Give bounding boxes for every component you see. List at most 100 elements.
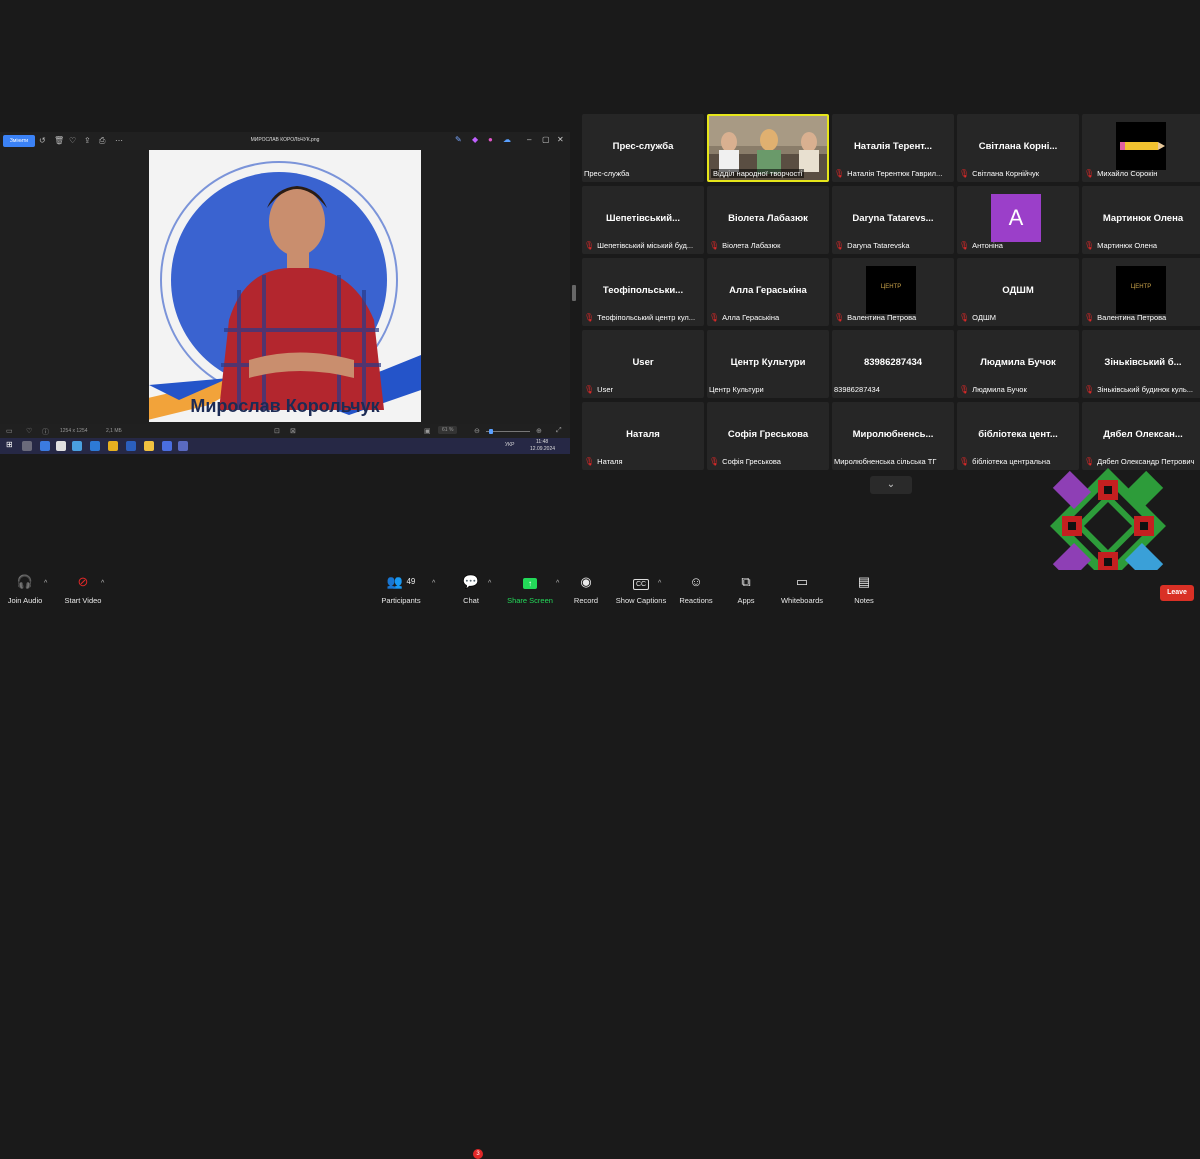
participant-tile[interactable]: User 🎙 User bbox=[582, 330, 704, 398]
chat-options-caret[interactable]: ^ bbox=[488, 580, 491, 587]
notes-icon: ▤ bbox=[857, 574, 871, 589]
minimize-icon[interactable]: – bbox=[527, 135, 531, 144]
participant-tile[interactable]: Прес-служба Прес-служба bbox=[582, 114, 704, 182]
mic-muted-icon: 🎙 bbox=[584, 457, 595, 466]
zoom-app-icon[interactable] bbox=[162, 441, 172, 451]
participant-tile[interactable]: ОДШМ 🎙 ОДШМ bbox=[957, 258, 1079, 326]
participant-name: Відділ народної творчості bbox=[713, 169, 803, 178]
participant-name-label: 🎙 Наталія Терентюк Гаврил... bbox=[834, 169, 952, 178]
participant-tile[interactable]: Людмила Бучок 🎙 Людмила Бучок bbox=[957, 330, 1079, 398]
center-logo: ЦЕНТР bbox=[1116, 266, 1166, 314]
cloud-icon[interactable]: ☁ bbox=[503, 135, 511, 144]
fullscreen-icon[interactable]: ⤢ bbox=[556, 427, 562, 435]
participant-tile[interactable]: 🎙 Михайло Сорокін bbox=[1082, 114, 1200, 182]
gallery-scroll-down-button[interactable]: ⌄ bbox=[870, 476, 912, 494]
participant-name-label: 🎙 ОДШМ bbox=[959, 313, 1077, 322]
word-icon[interactable] bbox=[126, 441, 136, 451]
participant-display-name: Алла Гераськіна bbox=[729, 285, 807, 296]
shared-screen: Змінити ↺ 🗑 ♡ ⇪ ⎙ ⋯ МИРОСЛАВ КОРОЛЬЧУК.p… bbox=[0, 132, 570, 454]
participant-name: Світлана Корнійчук bbox=[972, 169, 1040, 178]
whiteboards-button[interactable]: ▭ Whiteboards bbox=[767, 570, 837, 605]
zoom-level[interactable]: 61 % bbox=[438, 426, 458, 434]
participant-tile[interactable]: Зіньківський б... 🎙 Зіньківський будинок к… bbox=[1082, 330, 1200, 398]
participants-button[interactable]: 👥 49 Participants bbox=[366, 570, 436, 605]
app-icon-1[interactable] bbox=[56, 441, 66, 451]
participant-tile[interactable]: Миролюбненсь... Миролюбненська сільська Т… bbox=[832, 402, 954, 470]
start-icon[interactable]: ⊞ bbox=[6, 440, 16, 450]
participant-tile[interactable]: Алла Гераськіна 🎙 Алла Гераськіна bbox=[707, 258, 829, 326]
participants-options-caret[interactable]: ^ bbox=[432, 580, 435, 587]
leave-button[interactable]: Leave bbox=[1160, 585, 1194, 601]
image-size: 2,1 МБ bbox=[106, 428, 122, 434]
chevron-down-icon: ⌄ bbox=[886, 479, 896, 490]
participant-display-name: Наталія Терент... bbox=[853, 141, 933, 152]
zoom-out-icon[interactable]: ⊖ bbox=[474, 427, 480, 435]
participant-display-name: Дябел Олексан... bbox=[1103, 429, 1183, 440]
participant-name: User bbox=[597, 385, 613, 394]
participant-display-name: бібліотека цент... bbox=[978, 429, 1058, 440]
participant-tile[interactable]: A 🎙 Антоніна bbox=[957, 186, 1079, 254]
split-resize-handle[interactable] bbox=[572, 285, 576, 301]
effects-icon[interactable]: ◆ bbox=[472, 135, 478, 144]
participant-tile[interactable]: Світлана Корні... 🎙 Світлана Корнійчук bbox=[957, 114, 1079, 182]
participant-tile[interactable]: Центр Культури Центр Культури bbox=[707, 330, 829, 398]
audio-options-caret[interactable]: ^ bbox=[44, 580, 47, 587]
participant-tile[interactable]: Наталія Терент... 🎙 Наталія Терентюк Гаври… bbox=[832, 114, 954, 182]
mic-muted-icon: 🎙 bbox=[1084, 169, 1095, 178]
participant-name-label: 🎙 Віолета Лабазюк bbox=[709, 241, 827, 250]
ai-icon[interactable]: ● bbox=[488, 135, 493, 144]
participant-display-name: Софія Греськова bbox=[727, 429, 809, 440]
viewer-status-bar: ▭ ♡ ⓘ 1254 x 1254 2,1 МБ ⊡ ⊠ ▣ 61 % ⊖ ⊕ … bbox=[0, 424, 570, 438]
slideshow-icon[interactable]: ⊡ bbox=[274, 427, 280, 435]
participant-name: Наталя bbox=[597, 457, 623, 466]
participant-name: Центр Культури bbox=[709, 385, 764, 394]
maximize-icon[interactable]: ▢ bbox=[542, 135, 550, 144]
participant-tile[interactable]: Daryna Tatarevs... 🎙 Daryna Tatarevska bbox=[832, 186, 954, 254]
close-icon[interactable]: ✕ bbox=[557, 135, 564, 144]
actual-size-icon[interactable]: ▣ bbox=[424, 427, 431, 435]
explorer-icon[interactable] bbox=[144, 441, 154, 451]
participant-tile[interactable]: Мартинюк Олена 🎙 Мартинюк Олена bbox=[1082, 186, 1200, 254]
video-options-caret[interactable]: ^ bbox=[101, 580, 104, 587]
mic-muted-icon: 🎙 bbox=[834, 313, 845, 322]
screen-icon[interactable]: ▭ bbox=[6, 427, 13, 435]
participant-tile[interactable]: Відділ народної творчості bbox=[707, 114, 829, 182]
fit-icon[interactable]: ⊠ bbox=[290, 427, 296, 435]
chrome-icon[interactable] bbox=[108, 441, 118, 451]
participant-tile[interactable]: ЦЕНТР 🎙 Валентина Петрова bbox=[1082, 258, 1200, 326]
app-icon-2[interactable] bbox=[72, 441, 82, 451]
edge-icon[interactable] bbox=[40, 441, 50, 451]
participant-name-label: 🎙 Людмила Бучок bbox=[959, 385, 1077, 394]
participant-tile[interactable]: Софія Греськова 🎙 Софія Греськова bbox=[707, 402, 829, 470]
participant-display-name: 83986287434 bbox=[863, 357, 923, 368]
participant-tile[interactable]: 83986287434 83986287434 bbox=[832, 330, 954, 398]
info-icon[interactable]: ⓘ bbox=[42, 427, 49, 437]
photos-icon[interactable] bbox=[178, 441, 188, 451]
heart-icon[interactable]: ♡ bbox=[26, 427, 32, 435]
participant-name: Валентина Петрова bbox=[847, 313, 917, 322]
notes-button[interactable]: ▤ Notes bbox=[829, 570, 899, 605]
participant-name-label: Прес-служба bbox=[584, 169, 702, 178]
participant-tile[interactable]: Наталя 🎙 Наталя bbox=[582, 402, 704, 470]
zoom-slider-thumb[interactable] bbox=[489, 429, 493, 434]
participant-tile[interactable]: ЦЕНТР 🎙 Валентина Петрова bbox=[832, 258, 954, 326]
whiteboard-icon: ▭ bbox=[795, 574, 809, 589]
edit-tool-icon[interactable]: ✎ bbox=[455, 135, 462, 144]
participant-tile[interactable]: Теофіпольськи... 🎙 Теофіпольський центр ку… bbox=[582, 258, 704, 326]
participant-tile[interactable]: Віолета Лабазюк 🎙 Віолета Лабазюк bbox=[707, 186, 829, 254]
participant-name: Миролюбненська сільська ТГ bbox=[834, 457, 937, 466]
poster-image: Мирослав Корольчук bbox=[149, 150, 421, 422]
mic-muted-icon: 🎙 bbox=[959, 169, 970, 178]
participant-tile[interactable]: Шепетівський... 🎙 Шепетівський міський буд… bbox=[582, 186, 704, 254]
zoom-in-icon[interactable]: ⊕ bbox=[536, 427, 542, 435]
participant-display-name: Шепетівський... bbox=[605, 213, 681, 224]
search-icon[interactable] bbox=[22, 441, 32, 451]
participant-name: Мартинюк Олена bbox=[1097, 241, 1158, 250]
participant-name-label: 🎙 Софія Греськова bbox=[709, 457, 827, 466]
language-indicator[interactable]: УКР bbox=[505, 442, 514, 448]
start-video-button[interactable]: ⊘ Start Video bbox=[48, 570, 118, 605]
participant-display-name: User bbox=[632, 357, 654, 368]
image-dimensions: 1254 x 1254 bbox=[60, 428, 88, 434]
app-icon-3[interactable] bbox=[90, 441, 100, 451]
mic-muted-icon: 🎙 bbox=[1084, 241, 1095, 250]
